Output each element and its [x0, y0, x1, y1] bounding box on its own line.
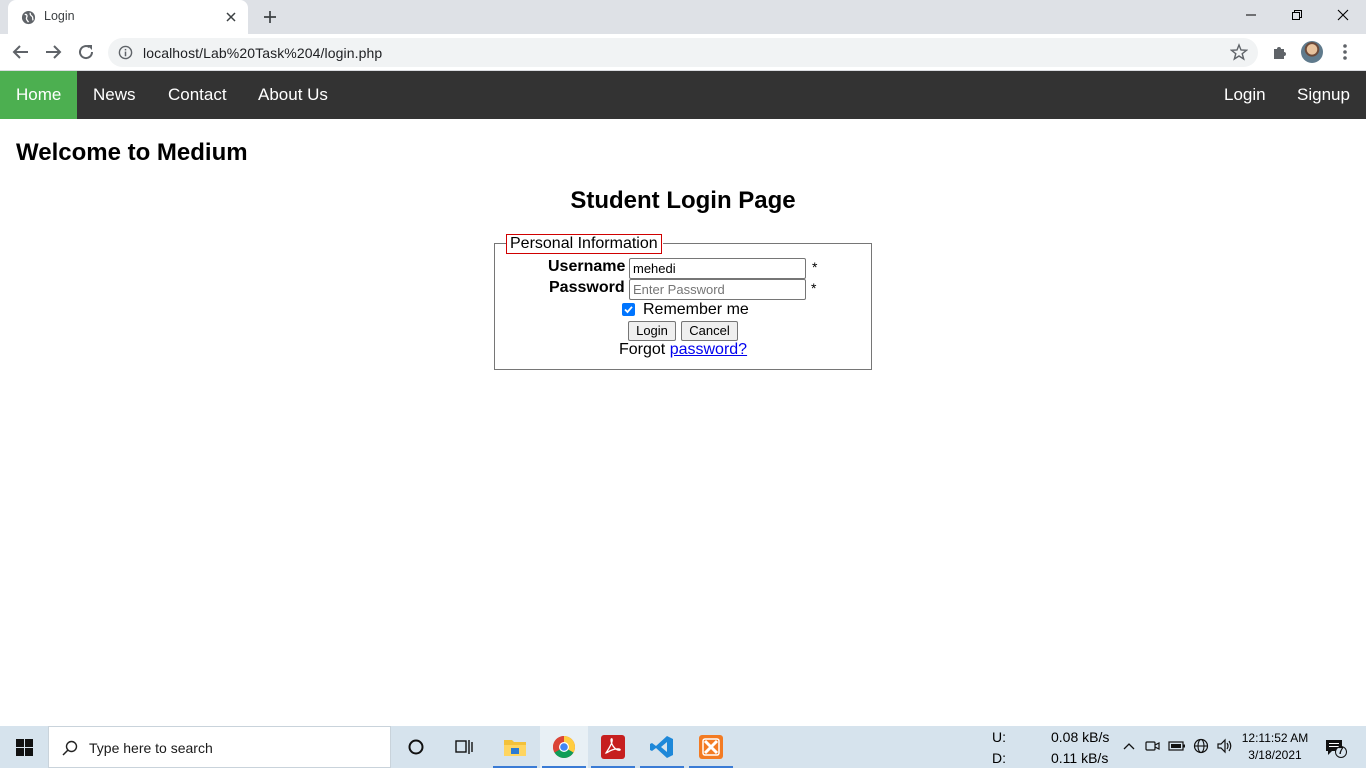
password-required-mark: *	[811, 280, 817, 296]
cortana-icon	[408, 739, 424, 755]
windows-logo-icon	[15, 738, 33, 756]
nav-signup[interactable]: Signup	[1281, 71, 1366, 119]
forgot-password-line: Forgot password?	[619, 341, 747, 359]
notification-count-badge: 7	[1338, 746, 1344, 757]
login-button[interactable]: Login	[628, 321, 676, 341]
bookmark-star-icon[interactable]	[1230, 43, 1248, 61]
address-bar[interactable]: localhost/Lab%20Task%204/login.php	[108, 38, 1258, 67]
info-icon[interactable]	[118, 45, 133, 60]
profile-avatar[interactable]	[1301, 41, 1323, 63]
browser-toolbar: localhost/Lab%20Task%204/login.php	[0, 34, 1366, 71]
menu-button[interactable]	[1333, 40, 1357, 64]
volume-button[interactable]	[1215, 736, 1235, 756]
remember-me-label[interactable]: Remember me	[643, 301, 749, 319]
reload-icon	[79, 45, 94, 60]
page-title: Student Login Page	[570, 187, 796, 214]
search-placeholder: Type here to search	[89, 740, 213, 756]
speaker-icon	[1217, 738, 1232, 754]
restore-icon	[1292, 10, 1302, 20]
nav-login[interactable]: Login	[1208, 71, 1282, 119]
username-required-mark: *	[812, 259, 818, 275]
close-tab-icon[interactable]	[222, 8, 240, 26]
net-upload-label: U:	[992, 729, 1006, 745]
back-button[interactable]	[9, 40, 33, 64]
forgot-text: Forgot	[619, 341, 666, 358]
chevron-up-icon	[1123, 743, 1135, 750]
clock-date: 3/18/2021	[1248, 748, 1302, 762]
acrobat-icon	[601, 735, 625, 759]
nav-news[interactable]: News	[77, 71, 152, 119]
site-navbar: Home News Contact About Us Login Signup	[0, 71, 1366, 119]
checkmark-icon	[624, 306, 633, 314]
nav-home[interactable]: Home	[0, 71, 78, 119]
cancel-button[interactable]: Cancel	[681, 321, 738, 341]
puzzle-icon	[1274, 47, 1286, 59]
forgot-password-link[interactable]: password?	[670, 341, 747, 358]
vscode-icon	[650, 736, 673, 758]
net-download-label: D:	[992, 750, 1006, 766]
chrome-button[interactable]	[540, 726, 588, 768]
minimize-icon	[1246, 14, 1256, 16]
file-explorer-icon	[504, 740, 526, 756]
extensions-button[interactable]	[1268, 40, 1292, 64]
cortana-button[interactable]	[392, 726, 440, 768]
network-button[interactable]	[1191, 736, 1211, 756]
arrow-right-icon	[46, 45, 62, 59]
vscode-button[interactable]	[638, 726, 686, 768]
net-download-value: 0.11 kB/s	[1051, 750, 1109, 766]
xampp-button[interactable]	[687, 726, 735, 768]
username-input[interactable]	[629, 258, 806, 279]
search-icon	[62, 740, 78, 756]
fieldset-legend: Personal Information	[506, 234, 662, 254]
kebab-menu-icon	[1343, 44, 1347, 60]
xampp-icon	[699, 735, 723, 759]
notifications-button[interactable]: 7	[1324, 737, 1348, 759]
taskbar-search-box[interactable]: Type here to search	[48, 726, 391, 768]
taskbar-clock[interactable]: 12:11:52 AM 3/18/2021	[1236, 730, 1314, 764]
fieldset-border	[663, 243, 872, 244]
task-view-button[interactable]	[440, 726, 488, 768]
username-label: Username	[548, 258, 626, 275]
globe-network-icon	[1193, 738, 1209, 754]
nav-contact[interactable]: Contact	[152, 71, 243, 119]
meet-now-button[interactable]	[1143, 736, 1163, 756]
password-input[interactable]	[629, 279, 806, 300]
nav-about-us[interactable]: About Us	[242, 71, 344, 119]
battery-icon	[1168, 741, 1185, 751]
camera-icon	[1145, 741, 1160, 751]
url-text[interactable]: localhost/Lab%20Task%204/login.php	[143, 45, 382, 61]
show-hidden-icons-button[interactable]	[1119, 736, 1139, 756]
windows-taskbar: Type here to search U: D: 0.08 kB/s 0.11…	[0, 726, 1366, 768]
close-window-button[interactable]	[1320, 0, 1366, 30]
minimize-button[interactable]	[1228, 0, 1274, 30]
arrow-left-icon	[12, 45, 28, 59]
start-button[interactable]	[0, 726, 48, 768]
battery-button[interactable]	[1167, 736, 1187, 756]
browser-tab-strip: Login	[0, 0, 1366, 34]
file-explorer-button[interactable]	[491, 726, 539, 768]
restore-button[interactable]	[1274, 0, 1320, 30]
tab-title: Login	[44, 9, 75, 23]
password-label: Password	[549, 279, 625, 296]
net-upload-value: 0.08 kB/s	[1051, 729, 1110, 745]
acrobat-button[interactable]	[589, 726, 637, 768]
new-tab-icon[interactable]	[260, 7, 280, 27]
welcome-heading: Welcome to Medium	[16, 139, 248, 166]
forward-button[interactable]	[41, 40, 65, 64]
reload-button[interactable]	[74, 40, 98, 64]
browser-tab[interactable]: Login	[8, 0, 248, 34]
chrome-icon	[553, 736, 575, 758]
close-icon	[1337, 9, 1349, 21]
clock-time: 12:11:52 AM	[1241, 731, 1309, 745]
task-view-icon	[455, 740, 473, 754]
remember-me-checkbox[interactable]	[622, 303, 635, 316]
globe-icon	[21, 10, 36, 25]
